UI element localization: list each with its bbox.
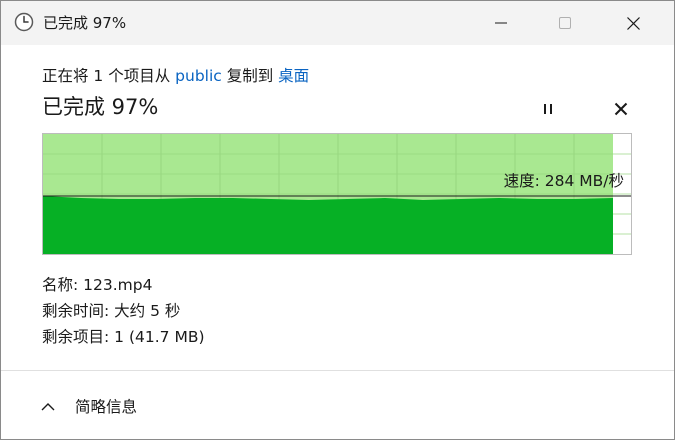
file-name-row: 名称: 123.mp4: [42, 272, 205, 298]
items-remaining-row: 剩余项目: 1 (41.7 MB): [42, 324, 205, 350]
maximize-button[interactable]: [533, 1, 597, 45]
cancel-icon: [614, 102, 628, 116]
speed-label: 速度: 284 MB/秒: [503, 172, 624, 190]
close-icon: [627, 17, 640, 30]
speed-graph-canvas: [43, 134, 631, 254]
minimize-button[interactable]: [469, 1, 533, 45]
file-name-label: 名称:: [42, 276, 79, 294]
copy-dialog-window: 已完成 97% 正在将 1 个项目从 public 复制到 桌面 已完成 97%: [0, 0, 675, 440]
source-folder-link[interactable]: public: [175, 67, 222, 85]
fewer-details-toggle[interactable]: 简略信息: [41, 393, 137, 419]
close-window-button[interactable]: [601, 1, 665, 45]
chevron-up-icon: [41, 402, 55, 410]
copy-description-middle: 复制到: [221, 67, 279, 85]
cancel-copy-button[interactable]: [607, 96, 635, 122]
speed-history-area: [43, 196, 613, 254]
file-name-value: 123.mp4: [83, 276, 153, 294]
pause-button[interactable]: [534, 96, 562, 122]
pause-icon: [544, 104, 552, 114]
time-remaining-label: 剩余时间:: [42, 302, 110, 320]
transfer-details: 名称: 123.mp4 剩余时间: 大约 5 秒 剩余项目: 1 (41.7 M…: [42, 272, 205, 350]
maximize-icon: [559, 17, 571, 29]
transfer-speed-graph: 速度: 284 MB/秒: [42, 133, 632, 255]
items-remaining-value: 1 (41.7 MB): [114, 328, 205, 346]
copy-description: 正在将 1 个项目从 public 复制到 桌面: [42, 65, 309, 87]
fewer-details-label: 简略信息: [75, 398, 138, 416]
items-remaining-label: 剩余项目:: [42, 328, 110, 346]
footer-divider: [1, 370, 674, 371]
progress-heading: 已完成 97%: [42, 95, 159, 119]
copy-description-prefix: 正在将 1 个项目从: [42, 67, 176, 85]
window-title: 已完成 97%: [43, 14, 127, 32]
destination-folder-link[interactable]: 桌面: [278, 67, 309, 85]
title-bar[interactable]: 已完成 97%: [1, 1, 674, 45]
clock-icon: [14, 12, 34, 32]
time-remaining-value: 大约 5 秒: [114, 302, 181, 320]
time-remaining-row: 剩余时间: 大约 5 秒: [42, 298, 205, 324]
minimize-icon: [495, 22, 507, 24]
